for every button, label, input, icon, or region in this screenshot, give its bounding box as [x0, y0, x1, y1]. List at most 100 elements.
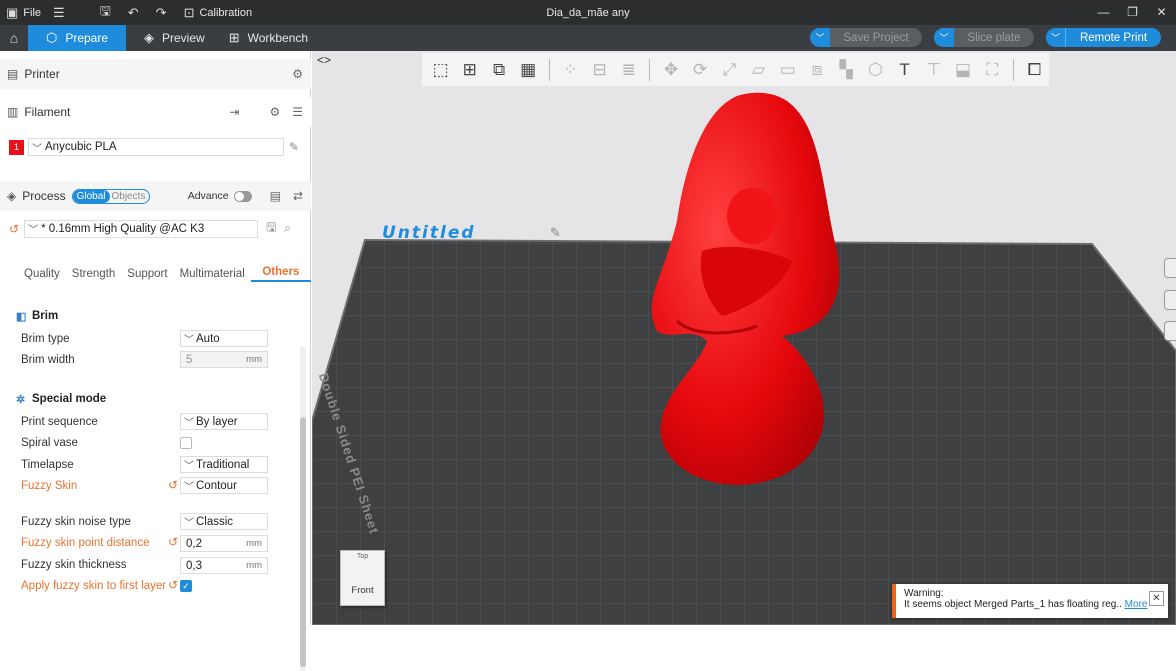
redo-button[interactable]: ↷: [150, 0, 178, 25]
mesh-boolean-icon[interactable]: ⧈: [802, 55, 831, 85]
cube-face-front[interactable]: Top Front: [340, 550, 385, 606]
reset-icon[interactable]: ↺: [168, 578, 178, 592]
3d-viewport[interactable]: <> ⬚ ⊞ ⧉ ▦ ⁘ ⊟ ≣ ✥ ⟳ ⤢ ⏥ ▭ ⧈ ▚ ⬡ T ⊤ ⬓ ⛶…: [312, 51, 1176, 625]
close-icon[interactable]: ✕: [1147, 0, 1176, 25]
arrange-icon[interactable]: ▦: [514, 55, 543, 85]
objects-option[interactable]: Objects: [110, 190, 150, 203]
chevron-down-icon: ﹀: [184, 461, 194, 472]
side-tab[interactable]: [1164, 258, 1176, 278]
menu-button[interactable]: ☰: [47, 0, 76, 25]
filament-slot-number[interactable]: 1: [9, 139, 24, 155]
collapse-panel-icon[interactable]: <>: [317, 53, 331, 67]
text-icon[interactable]: T: [890, 55, 919, 85]
home-button[interactable]: ⌂: [0, 25, 28, 51]
edit-icon[interactable]: ✎: [289, 140, 299, 154]
add-object-icon[interactable]: ⬚: [426, 55, 455, 85]
settings-sliders-icon[interactable]: ⚙: [292, 67, 303, 81]
minimize-icon[interactable]: —: [1089, 0, 1118, 25]
file-menu[interactable]: ▣ File: [0, 0, 47, 25]
tab-workbench[interactable]: ⊞ Workbench: [223, 25, 326, 51]
first-layer-label: Apply fuzzy skin to first layer: [21, 580, 167, 592]
tab-others[interactable]: Others: [250, 266, 311, 282]
split-objects-icon[interactable]: ⁘: [556, 55, 585, 85]
chevron-down-icon[interactable]: ﹀: [934, 28, 954, 47]
save-project-button[interactable]: ﹀ Save Project: [810, 28, 922, 47]
layers-edit-icon[interactable]: ≣: [614, 55, 643, 85]
filament-select[interactable]: ﹀ Anycubic PLA: [28, 138, 284, 156]
slice-plate-button[interactable]: ﹀ Slice plate: [934, 28, 1034, 47]
side-tab[interactable]: [1164, 321, 1176, 341]
filament-section-header[interactable]: ▥ Filament ⇥ ⚙ ☰: [0, 97, 311, 127]
brim-type-select[interactable]: ﹀ Auto: [180, 330, 268, 347]
thickness-input[interactable]: 0,3 mm: [180, 557, 268, 574]
measure-icon[interactable]: ⊤: [919, 55, 948, 85]
tab-multimaterial[interactable]: Multimaterial: [174, 268, 251, 282]
remote-print-button[interactable]: ﹀ Remote Print: [1046, 28, 1161, 47]
print-sequence-select[interactable]: ﹀ By layer: [180, 413, 268, 430]
cut-icon[interactable]: ▭: [773, 55, 802, 85]
preset-row: ↺ ﹀ * 0.16mm High Quality @AC K3 🖫 ⌕: [9, 218, 291, 239]
advance-toggle[interactable]: Advance: [188, 190, 252, 202]
move-icon[interactable]: ✥: [656, 55, 685, 85]
assemble-view-icon[interactable]: ⧠: [1020, 55, 1049, 85]
thickness-value: 0,3: [186, 559, 202, 572]
process-subtabs: Quality Strength Support Multimaterial O…: [0, 262, 311, 282]
filament-settings-icon[interactable]: ⚙: [269, 105, 280, 119]
printer-section-header[interactable]: ▤ Printer ⚙: [0, 59, 311, 89]
edit-plate-icon[interactable]: ✎: [550, 225, 561, 241]
tab-support[interactable]: Support: [121, 268, 173, 282]
warning-more-link[interactable]: More: [1125, 599, 1148, 610]
menu-icon: ☰: [53, 4, 65, 20]
point-distance-input[interactable]: 0,2 mm: [180, 535, 268, 552]
settings-sliders-icon[interactable]: ☰: [292, 105, 303, 119]
support-paint-icon[interactable]: ▚: [832, 55, 861, 85]
global-objects-toggle[interactable]: Global Objects: [71, 188, 151, 204]
tab-strength[interactable]: Strength: [66, 268, 121, 282]
settings-scrollbar[interactable]: [300, 347, 306, 671]
close-icon[interactable]: ✕: [1149, 591, 1164, 606]
process-preset-select[interactable]: ﹀ * 0.16mm High Quality @AC K3: [24, 219, 259, 238]
navigation-cube[interactable]: Top Front: [337, 544, 387, 608]
side-tab[interactable]: [1164, 290, 1176, 310]
lay-on-face-icon[interactable]: ⏥: [744, 55, 773, 85]
search-icon[interactable]: ⌕: [284, 221, 291, 236]
global-option[interactable]: Global: [72, 189, 110, 203]
scale-icon[interactable]: ⤢: [715, 55, 744, 85]
first-layer-checkbox[interactable]: ✓: [180, 580, 192, 592]
reset-icon[interactable]: ↺: [168, 478, 178, 492]
chevron-down-icon[interactable]: ﹀: [1046, 28, 1066, 47]
variable-height-icon[interactable]: ⛶: [978, 55, 1007, 85]
fuzzy-skin-select[interactable]: ﹀ Contour: [180, 477, 268, 494]
scrollbar-thumb[interactable]: [300, 417, 306, 667]
add-filament-icon[interactable]: ⇥: [229, 105, 239, 119]
calibration-menu[interactable]: ⊡ Calibration: [178, 0, 259, 25]
brim-title: Brim: [32, 310, 59, 322]
noise-type-select[interactable]: ﹀ Classic: [180, 513, 268, 530]
search-settings-icon[interactable]: ⇄: [293, 189, 303, 203]
assembly-icon[interactable]: ⬓: [948, 55, 977, 85]
save-preset-icon[interactable]: 🖫: [266, 218, 276, 239]
compare-icon[interactable]: ▤: [270, 189, 281, 203]
save-button[interactable]: 🖫: [94, 0, 122, 25]
split-parts-icon[interactable]: ⊟: [585, 55, 614, 85]
printer-title: Printer: [24, 67, 60, 81]
brim-width-input[interactable]: 5 mm: [180, 351, 268, 368]
advance-switch[interactable]: [233, 190, 252, 202]
spiral-vase-checkbox[interactable]: [180, 437, 192, 449]
tab-prepare[interactable]: ⬡ Prepare: [28, 25, 126, 51]
reset-icon[interactable]: ↺: [9, 222, 19, 236]
undo-button[interactable]: ↶: [122, 0, 150, 25]
3d-model[interactable]: [651, 92, 840, 485]
fuzzy-skin-label: Fuzzy Skin: [21, 480, 78, 492]
orient-icon[interactable]: ⧉: [484, 55, 513, 85]
add-plate-icon[interactable]: ⊞: [455, 55, 484, 85]
restore-icon[interactable]: ❐: [1118, 0, 1147, 25]
tab-workbench-label: Workbench: [247, 31, 309, 45]
chevron-down-icon[interactable]: ﹀: [810, 28, 830, 47]
reset-icon[interactable]: ↺: [168, 535, 178, 549]
tab-quality[interactable]: Quality: [18, 268, 66, 282]
seam-paint-icon[interactable]: ⬡: [861, 55, 890, 85]
rotate-icon[interactable]: ⟳: [686, 55, 715, 85]
timelapse-select[interactable]: ﹀ Traditional: [180, 456, 268, 473]
tab-preview[interactable]: ◈ Preview: [126, 25, 223, 51]
